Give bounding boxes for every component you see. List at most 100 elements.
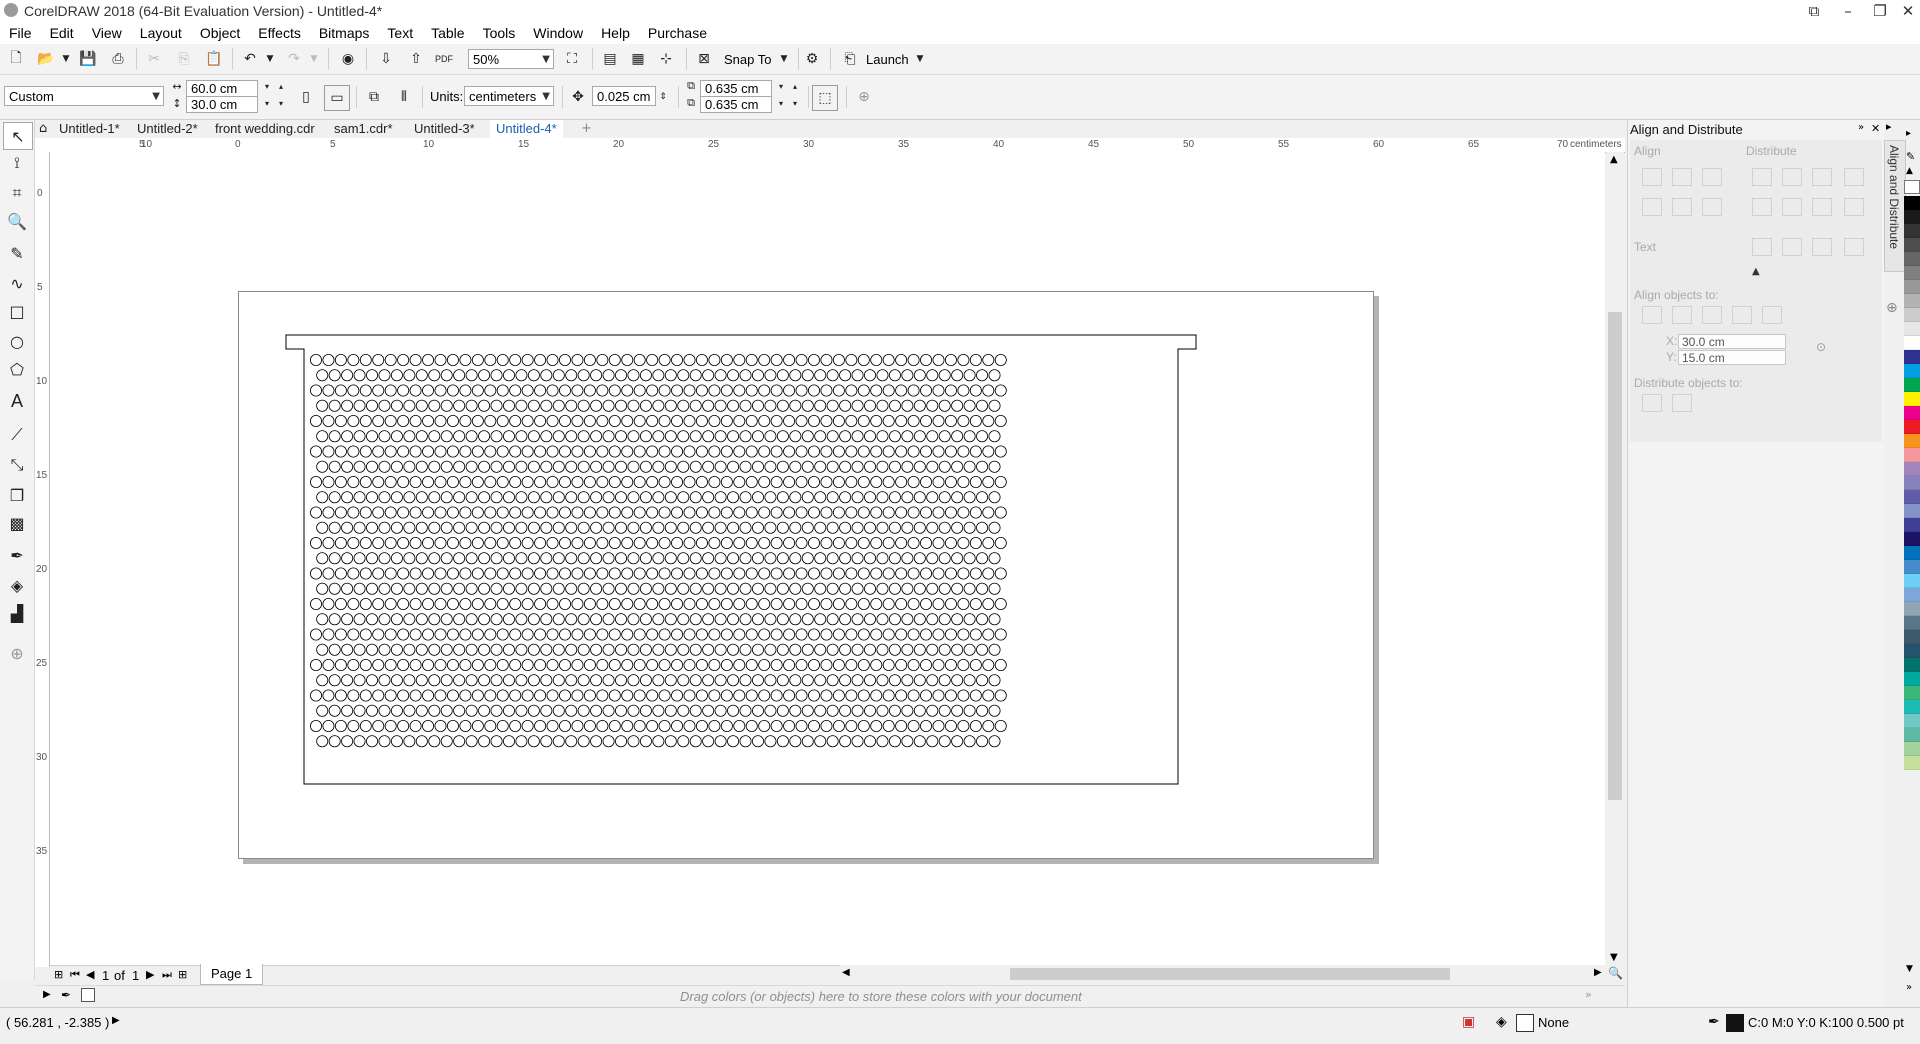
circle-cutout[interactable] xyxy=(465,674,478,687)
circle-cutout[interactable] xyxy=(801,613,814,626)
circle-cutout[interactable] xyxy=(440,399,453,412)
circle-cutout[interactable] xyxy=(695,445,708,458)
circle-cutout[interactable] xyxy=(621,658,634,671)
circle-cutout[interactable] xyxy=(341,491,354,504)
circle-cutout[interactable] xyxy=(621,353,634,366)
circle-cutout[interactable] xyxy=(496,628,509,641)
circle-cutout[interactable] xyxy=(521,536,534,549)
palette-expand-icon[interactable]: » xyxy=(1906,982,1912,993)
circle-cutout[interactable] xyxy=(857,384,870,397)
circle-cutout[interactable] xyxy=(851,643,864,656)
zoom-to-page-icon[interactable]: ⛶ xyxy=(560,47,584,71)
circle-cutout[interactable] xyxy=(577,521,590,534)
circle-cutout[interactable] xyxy=(733,415,746,428)
circle-cutout[interactable] xyxy=(845,445,858,458)
circle-cutout[interactable] xyxy=(876,521,889,534)
circle-cutout[interactable] xyxy=(409,689,422,702)
circle-cutout[interactable] xyxy=(720,475,733,488)
circle-cutout[interactable] xyxy=(366,674,379,687)
palette-scroll-up-icon[interactable]: ▲ xyxy=(1906,166,1913,176)
doc-tab-front-wedding[interactable]: front wedding.cdr xyxy=(209,120,321,138)
circle-cutout[interactable] xyxy=(963,491,976,504)
circle-cutout[interactable] xyxy=(372,384,385,397)
circle-cutout[interactable] xyxy=(359,475,372,488)
circle-cutout[interactable] xyxy=(633,536,646,549)
circle-cutout[interactable] xyxy=(471,384,484,397)
circle-cutout[interactable] xyxy=(857,536,870,549)
circle-cutout[interactable] xyxy=(633,567,646,580)
circle-cutout[interactable] xyxy=(745,506,758,519)
circle-cutout[interactable] xyxy=(751,704,764,717)
circle-cutout[interactable] xyxy=(428,735,441,748)
parallel-dimension-icon[interactable]: ⟋ xyxy=(3,422,31,448)
circle-cutout[interactable] xyxy=(783,597,796,610)
circle-cutout[interactable] xyxy=(963,582,976,595)
circle-cutout[interactable] xyxy=(944,567,957,580)
circle-cutout[interactable] xyxy=(951,399,964,412)
circle-cutout[interactable] xyxy=(845,689,858,702)
circle-cutout[interactable] xyxy=(745,353,758,366)
circle-cutout[interactable] xyxy=(577,399,590,412)
circle-cutout[interactable] xyxy=(646,353,659,366)
circle-cutout[interactable] xyxy=(969,506,982,519)
circle-cutout[interactable] xyxy=(403,369,416,382)
circle-cutout[interactable] xyxy=(633,506,646,519)
circle-cutout[interactable] xyxy=(832,506,845,519)
circle-cutout[interactable] xyxy=(851,369,864,382)
circle-cutout[interactable] xyxy=(864,460,877,473)
circle-cutout[interactable] xyxy=(478,491,491,504)
circle-cutout[interactable] xyxy=(957,445,970,458)
circle-cutout[interactable] xyxy=(963,552,976,565)
circle-cutout[interactable] xyxy=(808,689,821,702)
circle-cutout[interactable] xyxy=(615,674,628,687)
circle-cutout[interactable] xyxy=(546,719,559,732)
circle-cutout[interactable] xyxy=(783,384,796,397)
circle-cutout[interactable] xyxy=(764,399,777,412)
circle-cutout[interactable] xyxy=(471,658,484,671)
circle-cutout[interactable] xyxy=(683,384,696,397)
circle-cutout[interactable] xyxy=(428,430,441,443)
circle-cutout[interactable] xyxy=(969,415,982,428)
circle-cutout[interactable] xyxy=(434,658,447,671)
circle-cutout[interactable] xyxy=(826,613,839,626)
circle-cutout[interactable] xyxy=(583,658,596,671)
color-swatch[interactable] xyxy=(1904,462,1920,476)
circle-cutout[interactable] xyxy=(334,628,347,641)
circle-cutout[interactable] xyxy=(944,415,957,428)
circle-cutout[interactable] xyxy=(783,567,796,580)
circle-cutout[interactable] xyxy=(397,567,410,580)
circle-cutout[interactable] xyxy=(913,460,926,473)
circle-cutout[interactable] xyxy=(478,369,491,382)
circle-cutout[interactable] xyxy=(378,399,391,412)
circle-cutout[interactable] xyxy=(938,552,951,565)
circle-cutout[interactable] xyxy=(714,552,727,565)
circle-cutout[interactable] xyxy=(459,628,472,641)
shape-tool-icon[interactable]: ⟟ xyxy=(3,150,31,176)
circle-cutout[interactable] xyxy=(783,506,796,519)
circle-cutout[interactable] xyxy=(994,658,1007,671)
circle-cutout[interactable] xyxy=(814,674,827,687)
circle-cutout[interactable] xyxy=(920,475,933,488)
circle-cutout[interactable] xyxy=(658,353,671,366)
circle-cutout[interactable] xyxy=(409,384,422,397)
circle-cutout[interactable] xyxy=(509,445,522,458)
circle-cutout[interactable] xyxy=(341,552,354,565)
circle-cutout[interactable] xyxy=(366,643,379,656)
circle-cutout[interactable] xyxy=(864,552,877,565)
align-left-icon[interactable] xyxy=(1642,168,1662,186)
circle-cutout[interactable] xyxy=(751,552,764,565)
color-swatch[interactable] xyxy=(1904,518,1920,532)
circle-cutout[interactable] xyxy=(621,536,634,549)
circle-cutout[interactable] xyxy=(540,491,553,504)
circle-cutout[interactable] xyxy=(378,613,391,626)
circle-cutout[interactable] xyxy=(714,735,727,748)
circle-cutout[interactable] xyxy=(882,384,895,397)
circle-cutout[interactable] xyxy=(366,582,379,595)
circle-cutout[interactable] xyxy=(446,475,459,488)
circle-cutout[interactable] xyxy=(415,491,428,504)
circle-cutout[interactable] xyxy=(309,689,322,702)
circle-cutout[interactable] xyxy=(764,369,777,382)
circle-cutout[interactable] xyxy=(496,658,509,671)
circle-cutout[interactable] xyxy=(496,597,509,610)
circle-cutout[interactable] xyxy=(901,613,914,626)
